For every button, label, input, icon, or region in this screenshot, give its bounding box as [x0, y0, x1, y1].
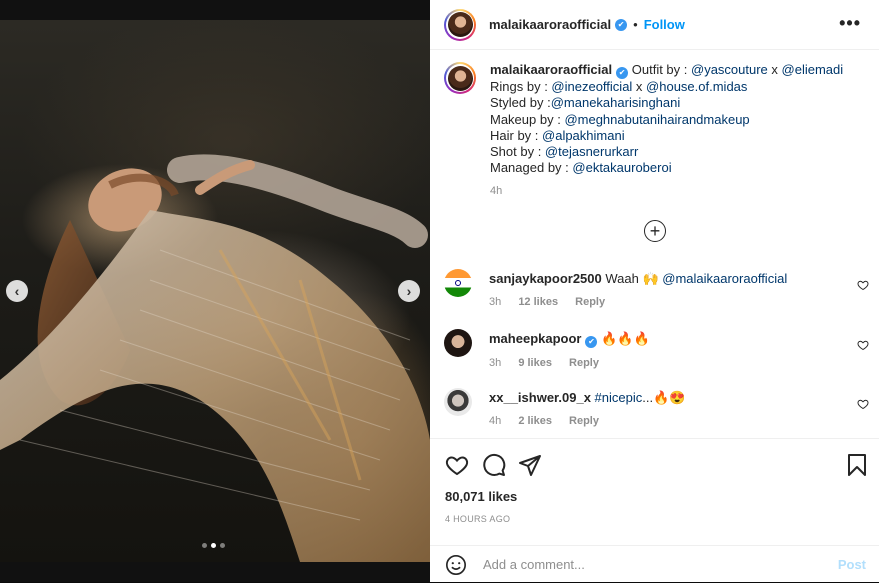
reply-button[interactable]: Reply [569, 415, 599, 427]
comment-bubble-icon[interactable] [482, 453, 506, 477]
carousel-dot [202, 543, 207, 548]
caption-time[interactable]: 4h [490, 183, 870, 199]
mention-link[interactable]: @malaikaaroraofficial [662, 271, 787, 286]
comment-item: xx__ishwer.09_x #nicepic...🔥😍 4h 2 likes… [444, 388, 869, 429]
verified-badge-icon: ✔ [615, 18, 628, 31]
carousel-dot [220, 543, 225, 548]
comment-username[interactable]: xx__ishwer.09_x [489, 390, 591, 405]
caption-line1-mid: x [767, 62, 782, 77]
add-comment-bar: Post [430, 545, 879, 583]
load-more-comments-button[interactable]: + [644, 220, 666, 242]
mention-link[interactable]: @meghnabutanihairandmakeup [564, 112, 749, 127]
post-caption: malaikaaroraofficial ✔ Outfit by : @yasco… [444, 62, 870, 199]
caption-username[interactable]: malaikaaroraofficial [490, 62, 612, 77]
mention-link[interactable]: @eliemadi [782, 62, 844, 77]
mention-link[interactable]: @ektakauroberoi [572, 160, 671, 175]
carousel-next-button[interactable]: › [398, 280, 420, 302]
commenter-avatar[interactable] [444, 269, 472, 297]
caption-line2-mid: x [632, 79, 647, 94]
caption-line3-prefix: Styled by : [490, 95, 551, 111]
comment-likes[interactable]: 12 likes [518, 296, 558, 308]
commenter-avatar[interactable] [444, 329, 472, 357]
caption-line4-prefix: Makeup by : [490, 111, 565, 127]
separator-dot: • [633, 17, 638, 32]
carousel-dot-active [211, 543, 216, 548]
mention-link[interactable]: @inezeofficial [551, 79, 632, 94]
comment-item: sanjaykapoor2500 Waah 🙌 @malaikaaroraoff… [444, 269, 869, 310]
comment-time[interactable]: 3h [489, 296, 501, 308]
verified-badge-icon: ✔ [616, 67, 629, 79]
hashtag-link[interactable]: #nicepic [595, 390, 643, 405]
mention-link[interactable]: @tejasnerurkarr [545, 144, 638, 159]
comment-input[interactable] [481, 556, 815, 573]
author-username[interactable]: malaikaaroraofficial [489, 17, 611, 32]
caption-line6-prefix: Shot by : [490, 144, 545, 160]
follow-button[interactable]: Follow [644, 17, 685, 32]
reply-button[interactable]: Reply [575, 296, 605, 308]
caption-avatar[interactable] [444, 62, 476, 94]
post-photo[interactable] [0, 20, 430, 562]
caption-line1-prefix: Outfit by : [631, 62, 691, 77]
post-comment-button[interactable]: Post [838, 557, 866, 572]
post-timestamp[interactable]: 4 HOURS AGO [445, 514, 510, 524]
comment-likes[interactable]: 9 likes [518, 357, 552, 369]
carousel-prev-button[interactable]: ‹ [6, 280, 28, 302]
share-paper-plane-icon[interactable] [518, 453, 542, 477]
comment-likes[interactable]: 2 likes [518, 415, 552, 427]
like-comment-heart-icon[interactable] [857, 398, 869, 410]
caption-line2-prefix: Rings by : [490, 79, 552, 94]
comment-username[interactable]: maheepkapoor [489, 331, 581, 346]
comment-text: Waah 🙌 [605, 271, 663, 286]
more-options-icon[interactable]: ••• [839, 13, 861, 34]
emoji-smiley-icon[interactable] [445, 554, 467, 576]
comment-time[interactable]: 4h [489, 415, 501, 427]
like-heart-icon[interactable] [445, 453, 469, 477]
carousel-dots [202, 543, 225, 548]
author-avatar[interactable] [444, 8, 476, 41]
verified-badge-icon: ✔ [585, 336, 598, 348]
comment-time[interactable]: 3h [489, 357, 501, 369]
comment-text: ...🔥😍 [642, 390, 686, 405]
comment-username[interactable]: sanjaykapoor2500 [489, 271, 602, 286]
post-sidebar: malaikaaroraofficial ✔ • Follow ••• mala… [430, 0, 879, 582]
post-header: malaikaaroraofficial ✔ • Follow ••• [430, 0, 879, 50]
post-media-pane: ‹ › [0, 0, 430, 582]
mention-link[interactable]: @house.of.midas [646, 79, 747, 94]
post-actions: 80,071 likes 4 HOURS AGO [430, 438, 879, 551]
mention-link[interactable]: @yascouture [691, 62, 768, 77]
commenter-avatar[interactable] [444, 388, 472, 416]
comment-text: 🔥🔥🔥 [601, 331, 650, 346]
likes-count[interactable]: 80,071 likes [445, 489, 517, 504]
mention-link[interactable]: @alpakhimani [542, 128, 625, 143]
comment-item: maheepkapoor ✔ 🔥🔥🔥 3h 9 likes Reply [444, 329, 869, 371]
like-comment-heart-icon[interactable] [857, 339, 869, 351]
save-bookmark-icon[interactable] [846, 453, 868, 477]
reply-button[interactable]: Reply [569, 357, 599, 369]
comments-section: malaikaaroraofficial ✔ Outfit by : @yasco… [430, 50, 879, 438]
caption-line5-prefix: Hair by : [490, 127, 543, 143]
mention-link[interactable]: @manekaharisinghani [551, 95, 681, 110]
caption-text: malaikaaroraofficial ✔ Outfit by : @yasco… [490, 62, 870, 199]
photo-illustration [0, 154, 430, 562]
like-comment-heart-icon[interactable] [857, 279, 869, 291]
caption-line7-prefix: Managed by : [490, 160, 573, 176]
